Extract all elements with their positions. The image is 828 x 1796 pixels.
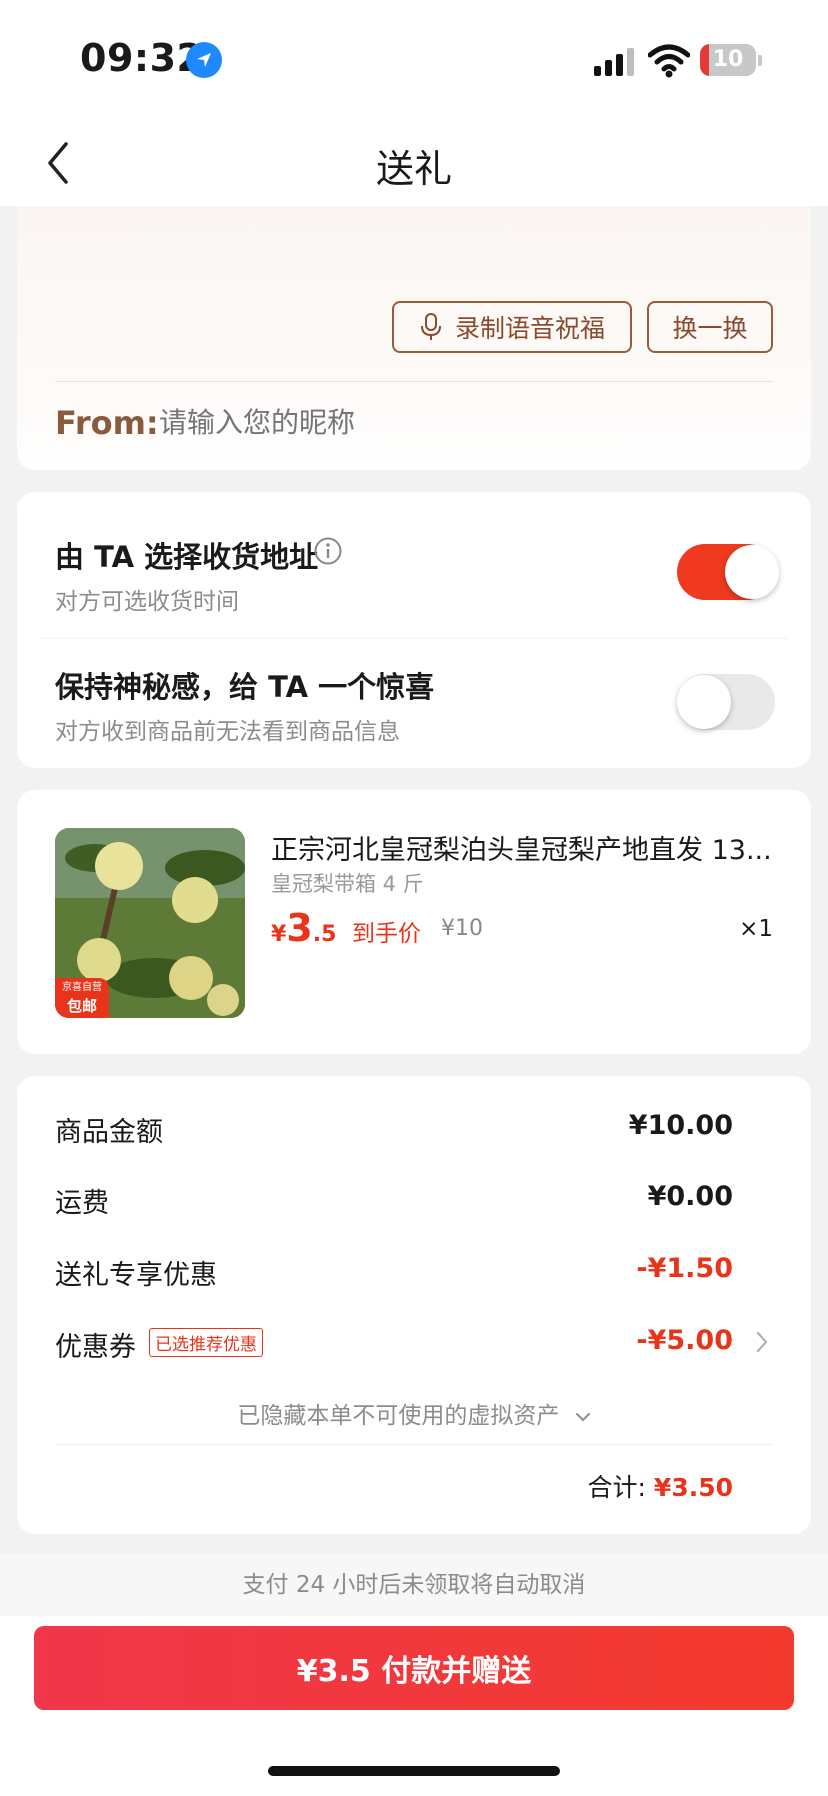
info-icon[interactable]	[313, 536, 343, 566]
product-price: ¥3.5 到手价	[271, 906, 421, 950]
wifi-icon	[648, 44, 690, 78]
total-row: 合计: ¥3.50	[588, 1468, 733, 1504]
nickname-input[interactable]	[157, 406, 721, 440]
greeting-card: 录制语音祝福 换一换 From:	[17, 206, 811, 470]
cellular-signal-icon	[594, 48, 634, 76]
battery-level: 10	[712, 47, 744, 72]
product-spec: 皇冠梨带箱 4 斤	[271, 872, 424, 896]
battery-cap	[758, 55, 762, 66]
status-time: 09:32	[80, 36, 204, 80]
total-label: 合计:	[587, 1473, 646, 1502]
swap-button[interactable]: 换一换	[647, 301, 773, 353]
page-title: 送礼	[375, 147, 452, 191]
gift-discount-value: -¥1.50	[636, 1253, 733, 1284]
price-symbol: ¥	[271, 922, 287, 947]
greeting-divider	[55, 381, 773, 382]
recipient-address-toggle[interactable]	[677, 544, 779, 600]
badge-top-text: 京喜自营	[62, 982, 102, 993]
gift-discount-label: 送礼专享优惠	[55, 1260, 217, 1291]
auto-cancel-notice: 支付 24 小时后未领取将自动取消	[0, 1554, 828, 1616]
total-value: ¥3.50	[653, 1473, 733, 1502]
badge-bottom-text: 包邮	[66, 997, 97, 1015]
price-int: 3	[286, 906, 313, 950]
chevron-down-icon	[575, 1413, 590, 1422]
coupon-label: 优惠券	[55, 1332, 136, 1363]
subtotal-value: ¥10.00	[628, 1110, 733, 1141]
pay-and-gift-button[interactable]: ¥3.5 付款并赠送	[34, 1626, 794, 1710]
coupon-tag: 已选推荐优惠	[149, 1328, 263, 1357]
product-image[interactable]: 京喜自营 包邮	[55, 828, 245, 1018]
recipient-address-subtitle: 对方可选收货时间	[55, 589, 239, 615]
price-dec: .5	[312, 922, 337, 947]
chevron-right-icon	[756, 1331, 768, 1353]
subtotal-label: 商品金额	[55, 1117, 163, 1148]
summary-card: 商品金额 ¥10.00 运费 ¥0.00 送礼专享优惠 -¥1.50 优惠券 已…	[17, 1076, 811, 1534]
record-voice-button[interactable]: 录制语音祝福	[392, 301, 632, 353]
surprise-title: 保持神秘感，给 TA 一个惊喜	[55, 670, 435, 704]
nav-bar: 送礼	[0, 120, 828, 206]
status-bar: 09:32 10	[0, 0, 828, 120]
recipient-address-title: 由 TA 选择收货地址	[55, 540, 319, 574]
product-card: 京喜自营 包邮 正宗河北皇冠梨泊头皇冠梨产地直发 13... 皇冠梨带箱 4 斤…	[17, 790, 811, 1054]
options-divider	[41, 638, 787, 639]
from-label: From:	[55, 404, 159, 442]
surprise-toggle[interactable]	[677, 674, 775, 730]
product-title[interactable]: 正宗河北皇冠梨泊头皇冠梨产地直发 13...	[271, 828, 781, 867]
original-price: ¥10	[441, 916, 483, 941]
surprise-subtitle: 对方收到商品前无法看到商品信息	[55, 719, 400, 745]
price-note: 到手价	[352, 921, 422, 947]
coupon-value: -¥5.00	[636, 1325, 733, 1356]
microphone-icon	[420, 313, 441, 340]
swap-label: 换一换	[672, 314, 748, 343]
battery-icon: 10	[700, 44, 756, 76]
summary-divider	[55, 1444, 773, 1445]
shipping-label: 运费	[55, 1188, 109, 1219]
home-indicator	[268, 1766, 560, 1776]
location-arrow-icon	[186, 42, 222, 78]
hidden-assets-toggle[interactable]: 已隐藏本单不可使用的虚拟资产	[17, 1396, 811, 1430]
record-voice-label: 录制语音祝福	[454, 314, 605, 343]
hidden-assets-note: 已隐藏本单不可使用的虚拟资产	[237, 1403, 560, 1429]
pay-button-label: ¥3.5 付款并赠送	[296, 1654, 532, 1689]
product-badge: 京喜自营 包邮	[55, 978, 109, 1018]
options-card: 由 TA 选择收货地址 对方可选收货时间 保持神秘感，给 TA 一个惊喜 对方收…	[17, 492, 811, 768]
product-quantity: ×1	[739, 916, 773, 942]
shipping-value: ¥0.00	[647, 1181, 733, 1212]
